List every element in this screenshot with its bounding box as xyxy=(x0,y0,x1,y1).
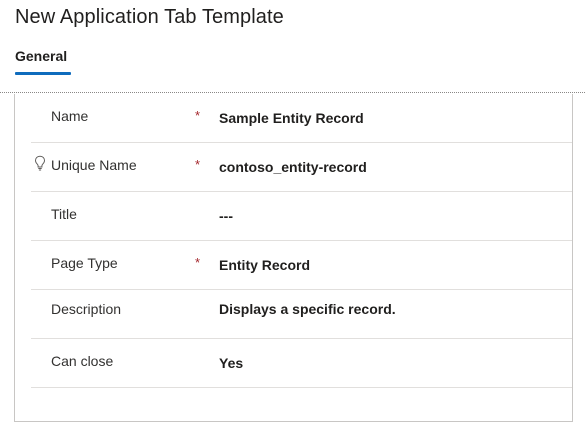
tab-general[interactable]: General xyxy=(15,48,67,64)
field-value-description[interactable]: Displays a specific record. xyxy=(219,301,396,317)
field-row-can-close: Can close Yes xyxy=(31,339,572,388)
field-value-page-type[interactable]: Entity Record xyxy=(219,257,310,273)
field-value-title[interactable]: --- xyxy=(219,208,233,224)
field-row-description: Description Displays a specific record. xyxy=(31,290,572,339)
field-row-page-type: Page Type * Entity Record xyxy=(31,241,572,290)
field-row-name: Name * Sample Entity Record xyxy=(31,94,572,143)
required-marker: * xyxy=(195,108,201,123)
required-marker: * xyxy=(195,157,201,172)
page-title: New Application Tab Template xyxy=(15,6,284,28)
field-label-can-close: Can close xyxy=(51,353,114,369)
field-row-title: Title --- xyxy=(31,192,572,241)
tab-content-divider xyxy=(0,92,585,93)
field-label-unique-name: Unique Name xyxy=(51,157,137,173)
field-row-unique-name: Unique Name * contoso_entity-record xyxy=(31,143,572,192)
tab-selected-indicator xyxy=(15,72,71,75)
field-value-can-close[interactable]: Yes xyxy=(219,355,243,371)
field-value-name[interactable]: Sample Entity Record xyxy=(219,110,364,126)
required-marker: * xyxy=(195,255,201,270)
field-label-description: Description xyxy=(51,301,122,317)
field-label-title: Title xyxy=(51,206,77,222)
field-value-unique-name[interactable]: contoso_entity-record xyxy=(219,159,367,175)
form-section: Name * Sample Entity Record Unique Name … xyxy=(14,94,573,422)
field-label-page-type: Page Type xyxy=(51,255,118,271)
lightbulb-icon xyxy=(34,155,46,171)
field-label-name: Name xyxy=(51,108,89,124)
row-divider xyxy=(31,387,572,388)
